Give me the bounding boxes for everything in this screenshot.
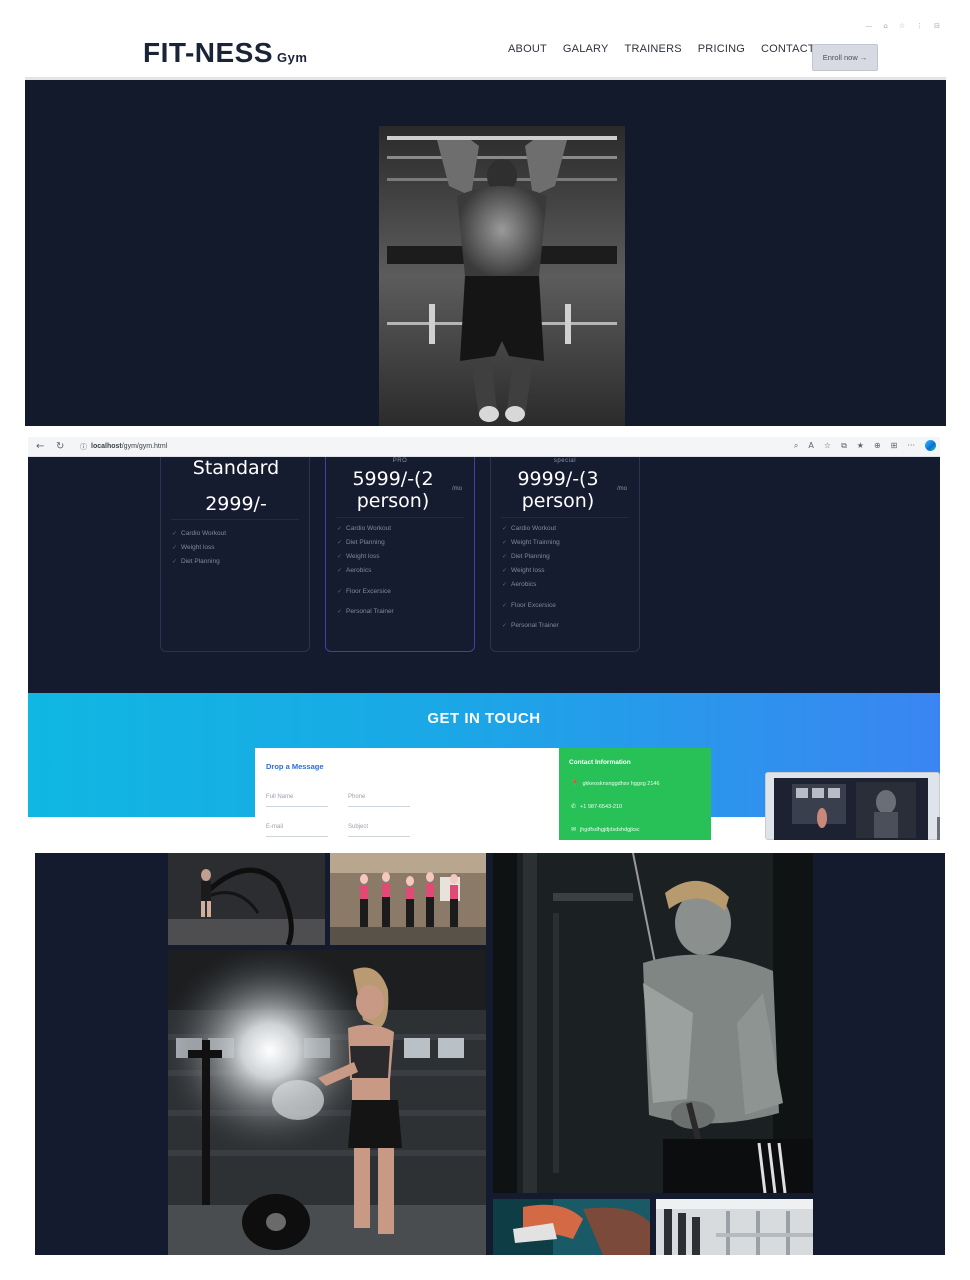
- read-aloud-icon[interactable]: A: [808, 441, 813, 450]
- divider: [336, 517, 464, 518]
- enroll-now-button[interactable]: Enroll now →: [812, 44, 878, 71]
- gallery-image-battle-ropes[interactable]: [168, 853, 325, 945]
- plan-price-line1: 5999/-(2: [352, 468, 434, 490]
- plan-feature: Floor Excersice: [337, 588, 391, 595]
- plan-feature: Diet Planning: [502, 553, 550, 560]
- url-host: localhost: [91, 443, 122, 450]
- message-form: Drop a Message Full Name Phone E-mail Su…: [255, 748, 559, 840]
- collections-icon[interactable]: ⊞: [891, 441, 898, 450]
- brand-logo[interactable]: FIT-NESS Gym: [143, 37, 307, 69]
- split-screen-icon[interactable]: ⧉: [841, 441, 847, 451]
- plan-feature: Diet Planning: [172, 558, 220, 565]
- plan-period: /mo: [617, 486, 628, 492]
- enroll-label: Enroll now: [822, 53, 858, 62]
- plan-feature: Weight Trainning: [502, 539, 560, 546]
- hero-section: [25, 80, 946, 426]
- plan-card-special: special 9999/-(3 person) /mo Cardio Work…: [490, 457, 640, 652]
- plan-feature: Weight loss: [502, 567, 544, 574]
- plan-tag: PRO: [392, 458, 408, 464]
- gallery-image-equipment[interactable]: [656, 1199, 813, 1255]
- contact-phone: ✆ +1 987-6543-210: [571, 803, 623, 810]
- top-screenshot: FIT-NESS Gym ABOUT GALARY TRAINERS PRICIN…: [25, 22, 946, 426]
- section-title: GET IN TOUCH: [427, 710, 541, 727]
- back-arrow-icon[interactable]: ←: [36, 441, 44, 452]
- plan-price-line1: 9999/-(3: [517, 468, 599, 490]
- minimize-icon[interactable]: —: [865, 22, 872, 30]
- plan-feature: Personal Trainer: [502, 622, 559, 629]
- plan-price-line2: person): [521, 490, 595, 512]
- favorite-icon[interactable]: ☆: [824, 441, 831, 450]
- plan-feature: Weight loss: [172, 544, 214, 551]
- hero-image: [379, 126, 625, 426]
- scrollbar[interactable]: [937, 817, 940, 840]
- phone-icon: ✆: [571, 803, 577, 810]
- arrow-right-icon: →: [859, 53, 868, 62]
- contact-title: Contact Information: [569, 759, 631, 766]
- brand-sub: Gym: [277, 50, 308, 65]
- info-icon: ⓘ: [80, 443, 87, 451]
- brand-name: FIT-NESS: [143, 37, 274, 68]
- favorites-icon[interactable]: ★: [857, 441, 864, 450]
- gallery-screenshot: [35, 853, 945, 1255]
- reload-icon[interactable]: ↻: [56, 441, 64, 452]
- plan-period: /mo: [452, 486, 463, 492]
- gallery-image-woman-chalk[interactable]: [168, 950, 486, 1255]
- copilot-icon[interactable]: [925, 440, 936, 451]
- url-path: /gym/gym.html: [121, 443, 168, 450]
- more-icon[interactable]: ⋮: [916, 22, 923, 30]
- plan-price-line2: 2999/-: [205, 493, 267, 515]
- search-icon[interactable]: ⌕: [794, 441, 798, 451]
- plan-tag: special: [553, 458, 577, 464]
- divider: [171, 519, 299, 520]
- contact-address: 📍 gkkeosknsnggdhsv hggsg 2146: [571, 780, 660, 787]
- plan-price-line2: person): [356, 490, 430, 512]
- mail-icon: ✉: [571, 826, 577, 833]
- plan-feature: Cardio Workout: [337, 525, 391, 532]
- main-nav: ABOUT GALARY TRAINERS PRICING CONTACT US: [508, 43, 834, 55]
- plan-feature: Aerobics: [337, 567, 371, 574]
- plan-feature: Diet Planning: [337, 539, 385, 546]
- more-icon[interactable]: ···: [907, 441, 915, 450]
- plan-feature: Personal Trainer: [337, 608, 394, 615]
- contact-information: Contact Information 📍 gkkeosknsnggdhsv hg…: [559, 748, 711, 840]
- plan-feature: Cardio Workout: [502, 525, 556, 532]
- phone-field[interactable]: Phone: [348, 790, 410, 807]
- site-header: FIT-NESS Gym ABOUT GALARY TRAINERS PRICIN…: [25, 22, 946, 80]
- plan-feature: Cardio Workout: [172, 530, 226, 537]
- home-icon[interactable]: ⌂: [883, 22, 887, 30]
- plan-feature: Weight loss: [337, 553, 379, 560]
- plan-feature: Aerobics: [502, 581, 536, 588]
- divider: [501, 517, 629, 518]
- nav-about[interactable]: ABOUT: [508, 43, 547, 55]
- plan-price-line1: Standard: [192, 457, 280, 479]
- nav-galary[interactable]: GALARY: [563, 43, 609, 55]
- star-icon[interactable]: ☆: [899, 22, 905, 30]
- gallery-image-cable-machine[interactable]: [493, 853, 813, 1193]
- form-title: Drop a Message: [266, 762, 324, 771]
- email-field[interactable]: E-mail: [266, 820, 328, 837]
- browser-toolbar: ← ↻ ⓘ localhost/gym/gym.html ⌕ A ☆ ⧉ ★ ⊕…: [28, 437, 940, 457]
- address-bar[interactable]: ⓘ localhost/gym/gym.html: [80, 440, 720, 453]
- video-preview-thumbnail[interactable]: [765, 772, 940, 840]
- nav-trainers[interactable]: TRAINERS: [625, 43, 682, 55]
- plan-card-standard: Standard 2999/- Cardio Workout Weight lo…: [160, 457, 310, 652]
- full-name-field[interactable]: Full Name: [266, 790, 328, 807]
- nav-pricing[interactable]: PRICING: [698, 43, 745, 55]
- browser-tools: ⌕ A ☆ ⧉ ★ ⊕ ⊞ ···: [794, 440, 936, 451]
- window-controls: — ⌂ ☆ ⋮ ⊟: [865, 22, 940, 30]
- sidebar-icon[interactable]: ⊟: [934, 22, 940, 30]
- location-pin-icon: 📍: [571, 780, 579, 787]
- gallery-image-shoes[interactable]: [493, 1199, 650, 1255]
- gallery-image-group-class[interactable]: [330, 853, 486, 945]
- pricing-screenshot: ← ↻ ⓘ localhost/gym/gym.html ⌕ A ☆ ⧉ ★ ⊕…: [28, 437, 940, 840]
- contact-email: ✉ jhgdfsdhgjdjdsdshdgjksc: [571, 826, 640, 833]
- extensions-icon[interactable]: ⊕: [874, 441, 881, 450]
- plan-feature: Floor Excersice: [502, 602, 556, 609]
- subject-field[interactable]: Subject: [348, 820, 410, 837]
- plan-card-pro: PRO 5999/-(2 person) /mo Cardio Workout …: [325, 457, 475, 652]
